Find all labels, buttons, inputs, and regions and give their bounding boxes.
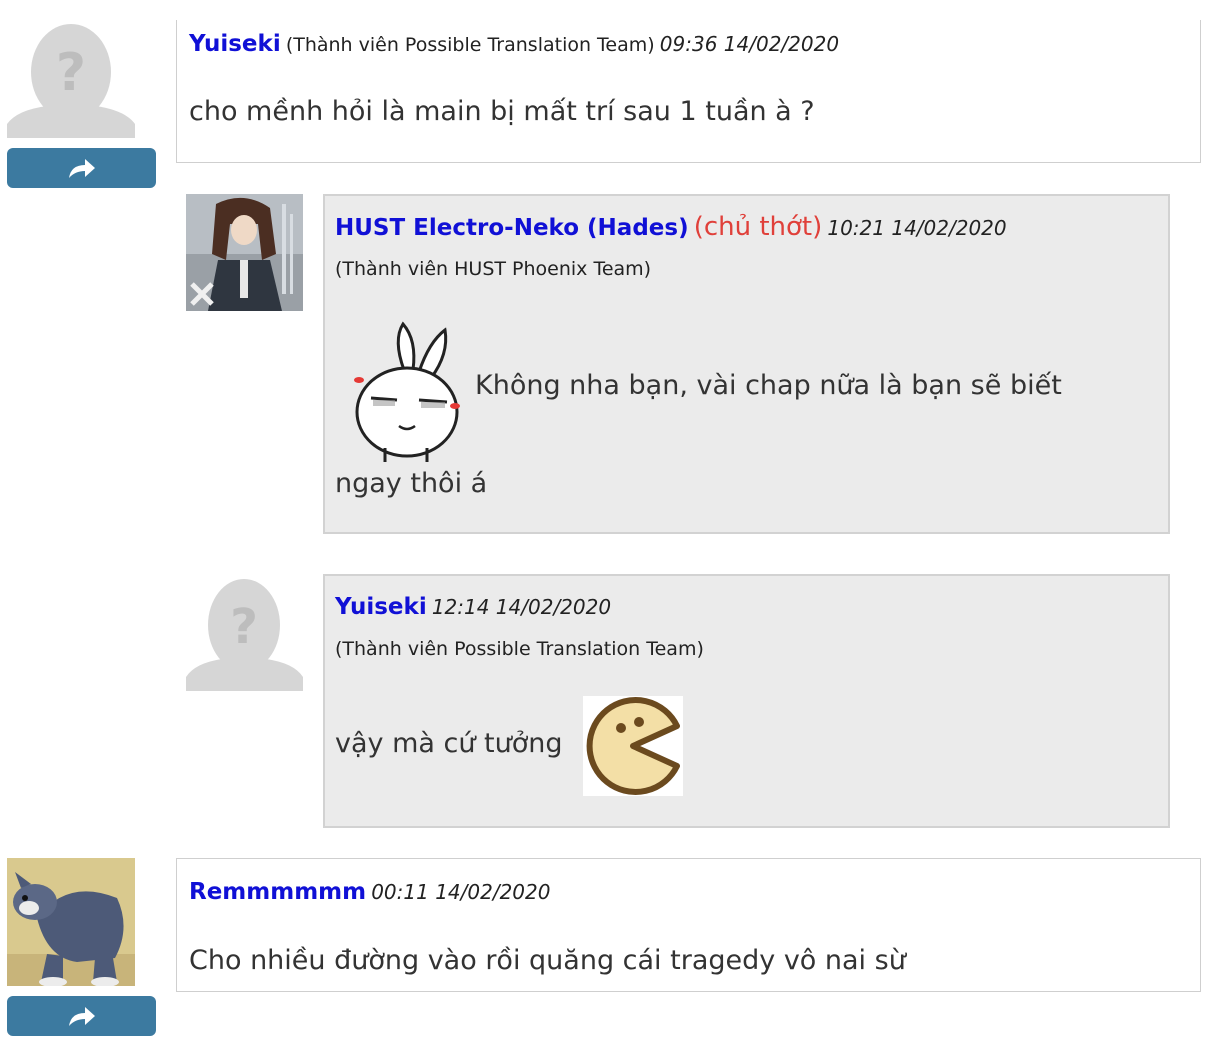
reply-header: Yuiseki 12:14 14/02/2020 bbox=[335, 594, 611, 620]
rabbit-emoticon bbox=[349, 320, 467, 462]
cartoon-cat-avatar-image bbox=[7, 858, 135, 986]
member-team: (Thành viên Possible Translation Team) bbox=[335, 638, 704, 660]
share-arrow-icon bbox=[68, 1007, 95, 1026]
comment-header: Yuiseki (Thành viên Possible Translation… bbox=[189, 31, 839, 57]
author-link[interactable]: Remmmmmm bbox=[189, 879, 366, 905]
svg-text:?: ? bbox=[56, 43, 86, 103]
reply-card: Yuiseki 12:14 14/02/2020 (Thành viên Pos… bbox=[323, 574, 1170, 828]
author-link[interactable]: Yuiseki bbox=[335, 594, 427, 620]
comment-text: Cho nhiều đường vào rồi quăng cái traged… bbox=[189, 945, 906, 976]
reply-button[interactable] bbox=[7, 996, 156, 1036]
member-team: (Thành viên Possible Translation Team) bbox=[285, 34, 655, 56]
reply-header: HUST Electro-Neko (Hades) (chủ thớt) 10:… bbox=[335, 212, 1007, 242]
comment-header: Remmmmmm 00:11 14/02/2020 bbox=[189, 879, 550, 905]
reply-text-line: ngay thôi á bbox=[335, 468, 488, 499]
anime-avatar-image bbox=[186, 194, 303, 311]
member-team: (Thành viên HUST Phoenix Team) bbox=[335, 258, 652, 280]
timestamp: 10:21 14/02/2020 bbox=[827, 216, 1007, 240]
comment-text: cho mềnh hỏi là main bị mất trí sau 1 tu… bbox=[189, 96, 815, 127]
avatar-yuiseki[interactable]: ? bbox=[186, 575, 303, 691]
timestamp: 00:11 14/02/2020 bbox=[371, 880, 551, 904]
reply-text: vậy mà cứ tưởng bbox=[335, 728, 563, 759]
reply-button[interactable] bbox=[7, 148, 156, 188]
user-placeholder-icon: ? bbox=[186, 575, 303, 691]
pacman-emoticon bbox=[583, 696, 683, 796]
author-link[interactable]: HUST Electro-Neko (Hades) bbox=[335, 215, 689, 241]
owner-badge: (chủ thớt) bbox=[693, 212, 823, 242]
comment-card: Remmmmmm 00:11 14/02/2020 Cho nhiều đườn… bbox=[176, 858, 1201, 992]
reply-text-line: Không nha bạn, vài chap nữa là bạn sẽ bi… bbox=[475, 370, 1062, 401]
avatar-hust-electro-neko[interactable] bbox=[186, 194, 303, 311]
timestamp: 09:36 14/02/2020 bbox=[659, 32, 840, 56]
reply-card: HUST Electro-Neko (Hades) (chủ thớt) 10:… bbox=[323, 194, 1170, 534]
avatar-yuiseki[interactable]: ? bbox=[7, 20, 135, 138]
avatar-remmmmmm[interactable] bbox=[7, 858, 135, 986]
timestamp: 12:14 14/02/2020 bbox=[431, 595, 612, 619]
author-link[interactable]: Yuiseki bbox=[189, 31, 281, 57]
user-placeholder-icon: ? bbox=[7, 20, 135, 138]
comment-card: Yuiseki (Thành viên Possible Translation… bbox=[176, 20, 1201, 163]
svg-text:?: ? bbox=[230, 599, 258, 655]
share-arrow-icon bbox=[68, 159, 95, 178]
